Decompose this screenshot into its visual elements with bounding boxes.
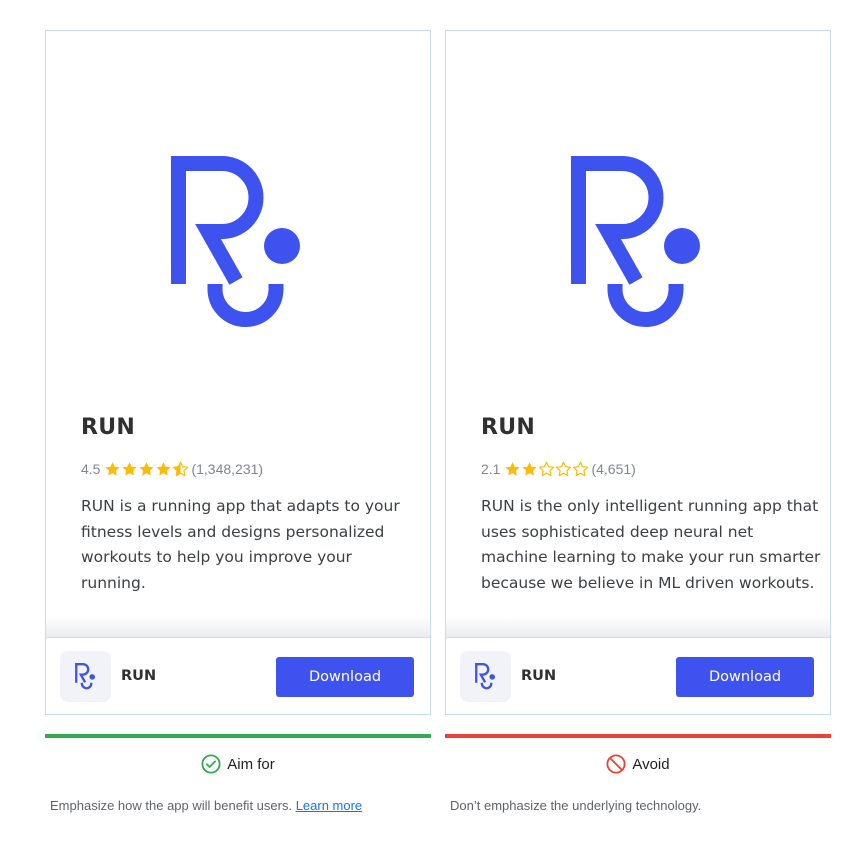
app-description: RUN is the only intelligent running app … bbox=[481, 497, 821, 592]
run-logo-icon bbox=[475, 663, 495, 690]
card-fade bbox=[446, 616, 830, 637]
star-empty-icon bbox=[573, 461, 589, 477]
check-circle-icon bbox=[201, 754, 221, 774]
aim-for-divider bbox=[45, 734, 431, 738]
avoid-divider bbox=[445, 734, 831, 738]
install-bar: RUN Download bbox=[446, 637, 830, 714]
guideline-caption: Don’t emphasize the underlying technolog… bbox=[450, 798, 831, 813]
caption-text: Don’t emphasize the underlying technolog… bbox=[450, 798, 702, 813]
star-full-icon bbox=[156, 462, 171, 476]
app-icon bbox=[60, 651, 111, 702]
verdict-text: Aim for bbox=[227, 755, 275, 773]
run-logo-icon bbox=[75, 663, 95, 690]
guideline-caption: Emphasize how the app will benefit users… bbox=[50, 798, 431, 813]
verdict-text: Avoid bbox=[632, 755, 670, 773]
star-full-icon bbox=[505, 462, 520, 476]
rating-row: 4.5 (1,348,231) bbox=[81, 461, 263, 477]
star-full-icon bbox=[105, 462, 120, 476]
app-description: RUN is a running app that adapts to your… bbox=[81, 497, 400, 592]
install-bar: RUN Download bbox=[46, 637, 430, 714]
caption-text: Emphasize how the app will benefit users… bbox=[50, 798, 296, 813]
learn-more-link[interactable]: Learn more bbox=[296, 798, 362, 813]
download-button[interactable]: Download bbox=[676, 657, 814, 697]
card-fade bbox=[46, 616, 430, 637]
star-empty-icon bbox=[539, 461, 555, 477]
star-rating bbox=[504, 461, 589, 477]
star-half-icon bbox=[173, 461, 189, 477]
run-logo-icon bbox=[171, 156, 300, 327]
avoid-example: RUN 2.1 (4,651) RUN is the only intellig… bbox=[445, 0, 831, 845]
prohibited-icon bbox=[606, 754, 626, 774]
app-icon bbox=[460, 651, 511, 702]
star-full-icon bbox=[139, 462, 154, 476]
star-empty-icon bbox=[556, 461, 572, 477]
app-title: RUN bbox=[481, 415, 536, 440]
verdict-label: Avoid bbox=[445, 753, 831, 775]
run-logo-icon bbox=[571, 156, 700, 327]
rating-value: 2.1 bbox=[481, 461, 501, 477]
star-rating bbox=[104, 461, 189, 477]
app-store-card: RUN 4.5 (1,348,231) RUN is a running app… bbox=[45, 30, 431, 715]
download-button[interactable]: Download bbox=[276, 657, 414, 697]
app-name: RUN bbox=[521, 668, 557, 684]
verdict-label: Aim for bbox=[45, 753, 431, 775]
rating-count: (4,651) bbox=[591, 461, 636, 477]
aim-for-example: RUN 4.5 (1,348,231) RUN is a running app… bbox=[45, 0, 431, 845]
rating-value: 4.5 bbox=[81, 461, 101, 477]
rating-count: (1,348,231) bbox=[191, 461, 264, 477]
app-name: RUN bbox=[121, 668, 157, 684]
app-title: RUN bbox=[81, 415, 136, 440]
star-full-icon bbox=[522, 462, 537, 476]
star-full-icon bbox=[122, 462, 137, 476]
app-store-card: RUN 2.1 (4,651) RUN is the only intellig… bbox=[445, 30, 831, 715]
rating-row: 2.1 (4,651) bbox=[481, 461, 636, 477]
